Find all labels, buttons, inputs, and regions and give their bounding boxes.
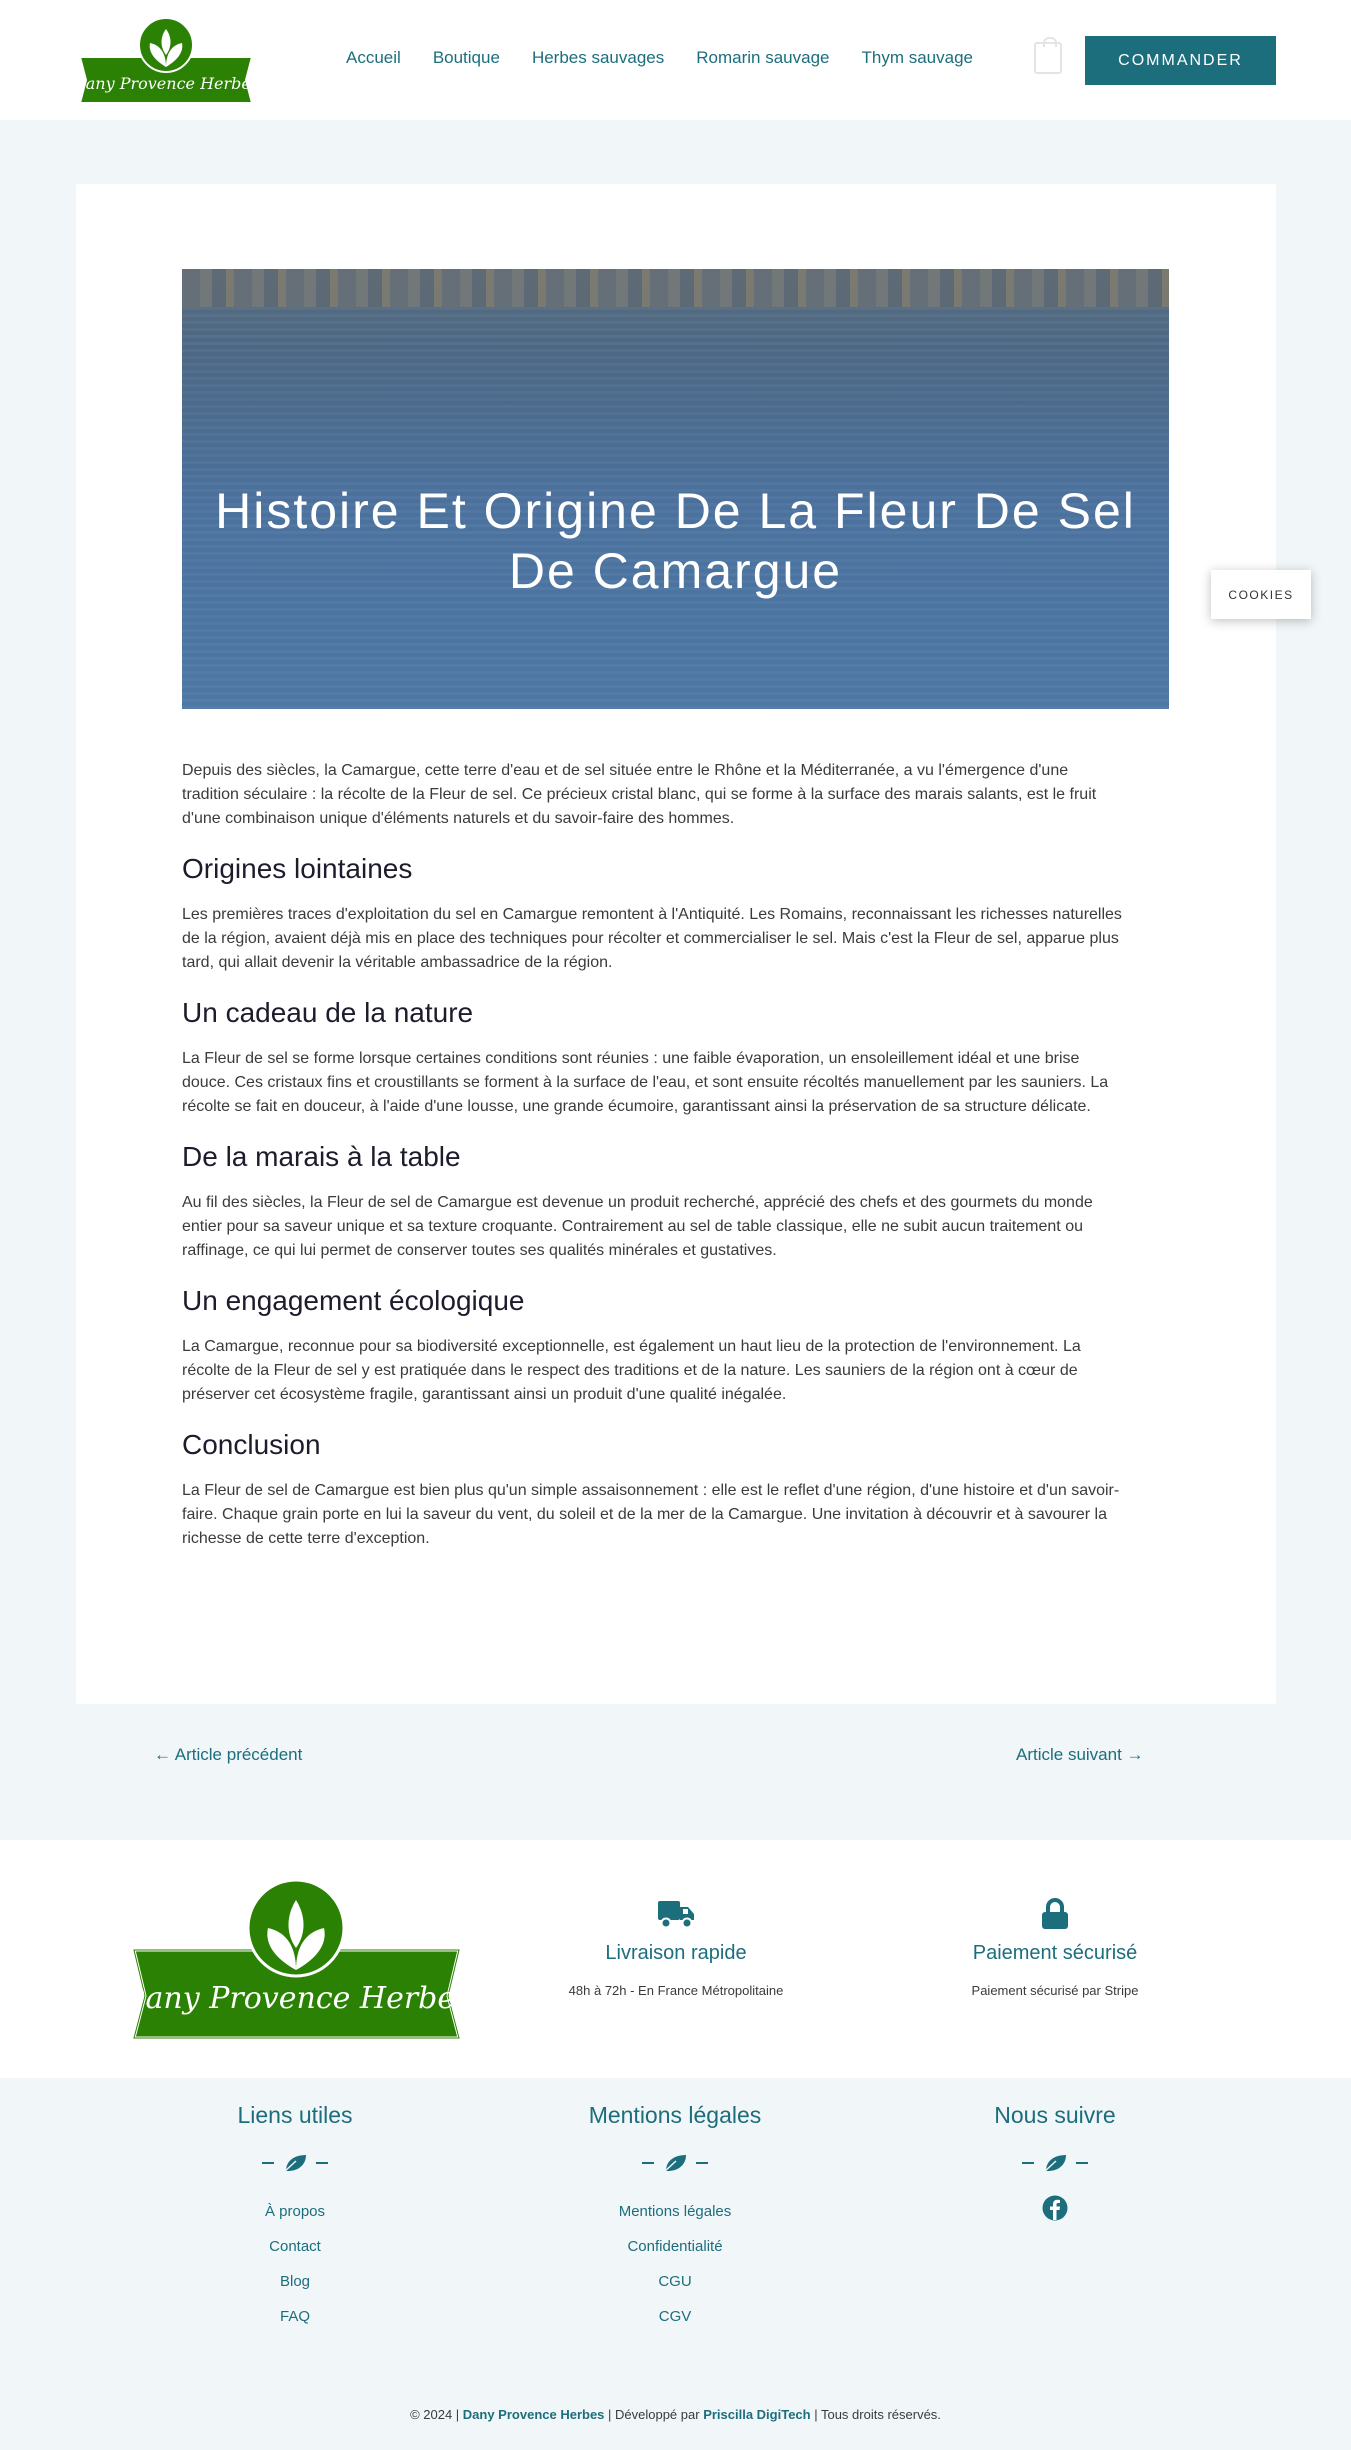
copyright: © 2024 | Dany Provence Herbes | Développ… — [0, 2407, 1351, 2422]
feature-subtitle: Paiement sécurisé par Stripe — [971, 1983, 1139, 1998]
copyright-middle: | Développé par — [604, 2407, 704, 2422]
facebook-icon — [1042, 2195, 1068, 2221]
hero-banner: Histoire Et Origine De La Fleur De Sel D… — [182, 269, 1169, 709]
previous-article-link[interactable]: ← Article précédent — [154, 1745, 302, 1765]
section-heading: De la marais à la table — [182, 1141, 461, 1172]
lock-icon — [1042, 1898, 1068, 1929]
section-text: La Fleur de sel de Camargue est bien plu… — [182, 1482, 1120, 1547]
truck-icon — [658, 1901, 694, 1929]
site-logo-icon[interactable]: Dany Provence Herbes — [78, 17, 254, 103]
footer-link-confidentialite[interactable]: Confidentialité — [627, 2238, 722, 2255]
features-band: Dany Provence Herbes Livraison rapide 48… — [0, 1840, 1351, 2078]
copyright-brand-link[interactable]: Dany Provence Herbes — [463, 2407, 605, 2422]
feature-paiement: Paiement sécurisé Paiement sécurisé par … — [905, 1898, 1205, 1998]
footer-link-mentions-legales[interactable]: Mentions légales — [619, 2203, 732, 2220]
section-text: La Fleur de sel se forme lorsque certain… — [182, 1050, 1109, 1115]
hero-skyline-image — [182, 269, 1169, 307]
footer-col-nous-suivre: Nous suivre — [905, 2102, 1205, 2226]
section-text: La Camargue, reconnue pour sa biodiversi… — [182, 1338, 1081, 1403]
footer-col-title: Mentions légales — [588, 2102, 762, 2128]
section-text: Au fil des siècles, la Fleur de sel de C… — [182, 1194, 1093, 1259]
footer-link-blog[interactable]: Blog — [280, 2273, 310, 2290]
site-header: Dany Provence Herbes Accueil Boutique He… — [0, 0, 1351, 120]
footer-col-title: Nous suivre — [994, 2102, 1116, 2128]
article-content: Depuis des siècles, la Camargue, cette t… — [182, 759, 1122, 1551]
next-article-link[interactable]: Article suivant → — [1016, 1745, 1144, 1765]
nav-item-herbes-sauvages[interactable]: Herbes sauvages — [532, 48, 664, 68]
footer-col-liens-utiles: Liens utiles À propos Contact Blog FAQ — [145, 2102, 445, 2343]
footer-logo-icon[interactable]: Dany Provence Herbes — [130, 1878, 463, 2040]
main-nav: Accueil Boutique Herbes sauvages Romarin… — [346, 48, 1005, 68]
section-heading: Un engagement écologique — [182, 1285, 525, 1316]
section-text: Les premières traces d'exploitation du s… — [182, 906, 1122, 971]
nav-item-boutique[interactable]: Boutique — [433, 48, 500, 68]
site-footer: Liens utiles À propos Contact Blog FAQ M… — [0, 2078, 1351, 2450]
nav-item-accueil[interactable]: Accueil — [346, 48, 401, 68]
article-intro: Depuis des siècles, la Camargue, cette t… — [182, 762, 1097, 827]
nav-item-thym-sauvage[interactable]: Thym sauvage — [862, 48, 974, 68]
section-heading: Conclusion — [182, 1429, 321, 1460]
nav-item-romarin-sauvage[interactable]: Romarin sauvage — [696, 48, 829, 68]
feature-subtitle: 48h à 72h - En France Métropolitaine — [568, 1983, 784, 1998]
feature-livraison: Livraison rapide 48h à 72h - En France M… — [526, 1898, 826, 1998]
footer-link-cgv[interactable]: CGV — [659, 2308, 692, 2325]
section-heading: Un cadeau de la nature — [182, 997, 474, 1028]
footer-link-contact[interactable]: Contact — [269, 2238, 321, 2255]
leaf-icon — [1043, 2155, 1066, 2173]
footer-divider — [905, 2153, 1205, 2173]
footer-divider — [525, 2153, 825, 2173]
facebook-link[interactable] — [1042, 2195, 1068, 2226]
feature-title: Paiement sécurisé — [972, 1942, 1138, 1964]
copyright-prefix: © 2024 | — [410, 2407, 463, 2422]
copyright-dev-link[interactable]: Priscilla DigiTech — [703, 2407, 810, 2422]
leaf-icon — [663, 2155, 686, 2173]
footer-link-cgu[interactable]: CGU — [658, 2273, 691, 2290]
footer-link-a-propos[interactable]: À propos — [265, 2203, 325, 2220]
footer-logo-text: Dany Provence Herbes — [130, 1981, 463, 2016]
feature-title: Livraison rapide — [605, 1942, 747, 1964]
footer-link-faq[interactable]: FAQ — [280, 2308, 310, 2325]
cookies-button[interactable]: COOKIES — [1211, 570, 1311, 619]
cart-icon[interactable] — [1034, 37, 1062, 74]
footer-col-title: Liens utiles — [237, 2102, 353, 2128]
page-title: Histoire Et Origine De La Fleur De Sel D… — [215, 483, 1136, 599]
footer-col-mentions-legales: Mentions légales Mentions légales Confid… — [525, 2102, 825, 2343]
article-card: Histoire Et Origine De La Fleur De Sel D… — [76, 184, 1276, 1704]
logo-text: Dany Provence Herbes — [78, 74, 254, 93]
copyright-suffix: | Tous droits réservés. — [810, 2407, 941, 2422]
footer-divider — [145, 2153, 445, 2173]
commander-button[interactable]: COMMANDER — [1085, 36, 1276, 85]
leaf-icon — [283, 2155, 306, 2173]
section-heading: Origines lointaines — [182, 853, 413, 884]
